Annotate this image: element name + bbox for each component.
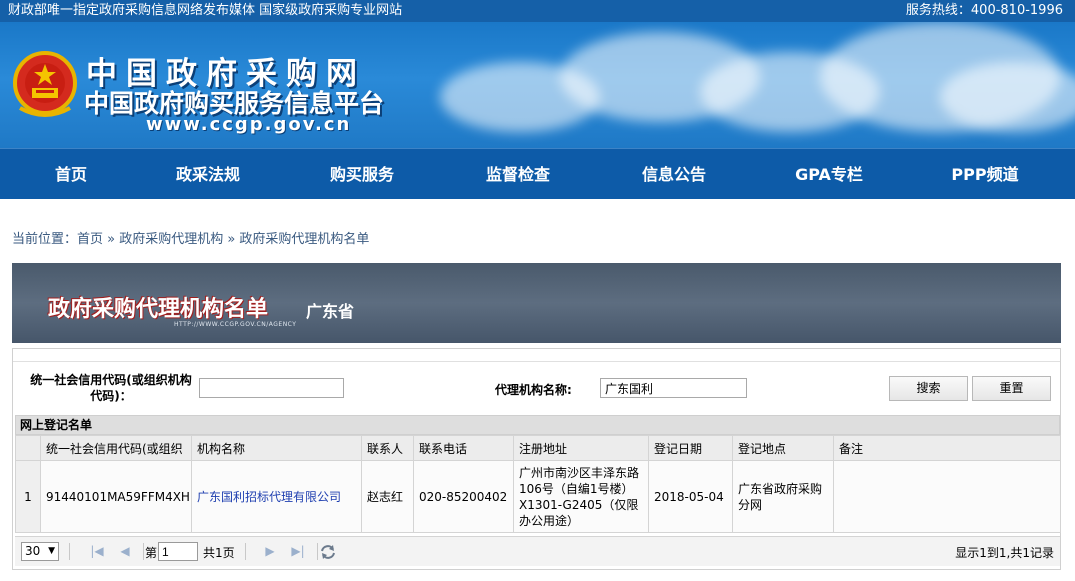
agency-name-link[interactable]: 广东国利招标代理有限公司 — [197, 490, 341, 504]
agency-list-panel: 统一社会信用代码(或组织机构代码)： 代理机构名称: 搜索 重置 网上登记名单 … — [12, 348, 1061, 570]
grid-title: 网上登记名单 — [15, 415, 1060, 435]
nav-purchase-services[interactable]: 购买服务 — [318, 149, 406, 200]
top-bar: 财政部唯一指定政府采购信息网络发布媒体 国家级政府采购专业网站 服务热线：400… — [0, 0, 1075, 22]
record-info: 显示1到1,共1记录 — [955, 546, 1054, 560]
page-title: 政府采购代理机构名单 — [48, 297, 269, 322]
reset-button[interactable]: 重置 — [972, 376, 1051, 401]
province-label: 广东省 — [306, 302, 355, 321]
table-header-row: 统一社会信用代码(或组织 机构名称 联系人 联系电话 注册地址 登记日期 登记地… — [15, 435, 1061, 461]
prev-page-icon[interactable]: ◀ — [117, 543, 133, 559]
pagination-bar: 30 ▼ |◀ ◀ 第 共1页 ▶ ▶| 显示1到1,共1记录 — [15, 536, 1060, 566]
col-credit-code[interactable]: 统一社会信用代码(或组织 — [40, 435, 192, 461]
page-size-value: 30 — [25, 544, 41, 558]
first-page-icon[interactable]: |◀ — [89, 543, 105, 559]
main-nav: 首页 政采法规 购买服务 监督检查 信息公告 GPA专栏 PPP频道 — [0, 148, 1075, 199]
cell-credit-code: 91440101MA59FFM4XH — [40, 460, 192, 533]
agency-name-label: 代理机构名称: — [495, 383, 572, 397]
agency-name-input[interactable] — [600, 378, 747, 398]
cell-agency-name: 广东国利招标代理有限公司 — [191, 460, 362, 533]
search-form: 统一社会信用代码(或组织机构代码)： 代理机构名称: 搜索 重置 — [13, 361, 1060, 411]
cell-contact: 赵志红 — [361, 460, 414, 533]
cell-address: 广州市南沙区丰泽东路106号（自编1号楼）X1301-G2405（仅限办公用途） — [513, 460, 649, 533]
last-page-icon[interactable]: ▶| — [290, 543, 306, 559]
agency-table: 统一社会信用代码(或组织 机构名称 联系人 联系电话 注册地址 登记日期 登记地… — [15, 435, 1061, 533]
col-agency-name[interactable]: 机构名称 — [191, 435, 362, 461]
nav-announcements[interactable]: 信息公告 — [630, 149, 718, 200]
page-prefix: 第 — [145, 546, 158, 560]
cell-phone: 020-85200402 — [413, 460, 514, 533]
agency-list-banner: 政府采购代理机构名单 广东省 HTTP://WWW.CCGP.GOV.CN/AG… — [12, 263, 1061, 343]
pager-divider — [317, 543, 318, 560]
col-reg-date[interactable]: 登记日期 — [648, 435, 733, 461]
site-slogan: 财政部唯一指定政府采购信息网络发布媒体 国家级政府采购专业网站 — [8, 3, 403, 18]
col-address[interactable]: 注册地址 — [513, 435, 649, 461]
nav-gpa[interactable]: GPA专栏 — [784, 149, 874, 200]
cell-reg-date: 2018-05-04 — [648, 460, 733, 533]
refresh-icon[interactable] — [319, 543, 337, 561]
national-emblem-icon[interactable] — [12, 50, 78, 120]
pager-divider — [143, 543, 144, 560]
credit-code-input[interactable] — [199, 378, 344, 398]
cell-reg-place: 广东省政府采购分网 — [732, 460, 834, 533]
chevron-down-icon: ▼ — [48, 546, 55, 556]
site-url: www.ccgp.gov.cn — [146, 114, 352, 135]
cell-remark — [833, 460, 1061, 533]
nav-supervision[interactable]: 监督检查 — [474, 149, 562, 200]
pager-divider — [69, 543, 70, 560]
table-row[interactable]: 1 91440101MA59FFM4XH 广东国利招标代理有限公司 赵志红 02… — [15, 460, 1061, 533]
banner-url: HTTP://WWW.CCGP.GOV.CN/AGENCY — [174, 321, 297, 328]
col-phone[interactable]: 联系电话 — [413, 435, 514, 461]
pager-divider — [245, 543, 246, 560]
credit-code-label: 统一社会信用代码(或组织机构代码)： — [30, 373, 192, 403]
nav-regulations[interactable]: 政采法规 — [164, 149, 252, 200]
col-contact[interactable]: 联系人 — [361, 435, 414, 461]
col-rownum — [15, 435, 41, 461]
service-hotline: 服务热线：400-810-1996 — [905, 3, 1063, 18]
row-number: 1 — [15, 460, 41, 533]
site-banner: 中国政府采购网 中国政府购买服务信息平台 www.ccgp.gov.cn — [0, 22, 1075, 148]
page-total: 共1页 — [203, 546, 235, 560]
nav-home[interactable]: 首页 — [30, 149, 112, 200]
breadcrumb[interactable]: 当前位置：首页 » 政府采购代理机构 » 政府采购代理机构名单 — [12, 228, 369, 247]
search-button[interactable]: 搜索 — [889, 376, 968, 401]
col-reg-place[interactable]: 登记地点 — [732, 435, 834, 461]
col-remark[interactable]: 备注 — [833, 435, 1061, 461]
next-page-icon[interactable]: ▶ — [262, 543, 278, 559]
nav-ppp[interactable]: PPP频道 — [940, 149, 1030, 200]
page-number-input[interactable] — [158, 542, 198, 561]
page-size-select[interactable]: 30 ▼ — [21, 542, 59, 561]
